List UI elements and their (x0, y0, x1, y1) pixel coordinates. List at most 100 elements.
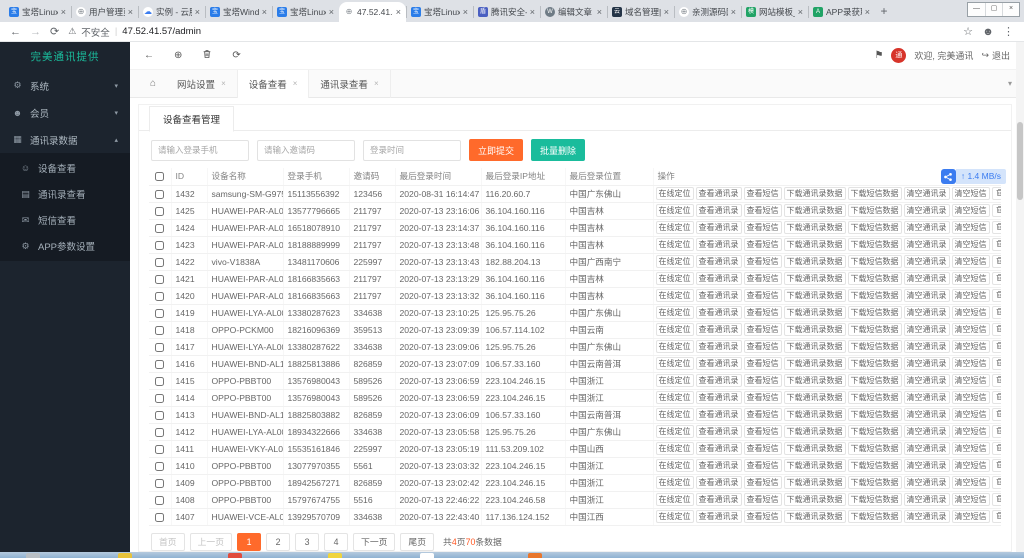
delete-row-button[interactable] (992, 493, 1002, 506)
sidebar-subitem[interactable]: ✉短信查看 (0, 207, 130, 233)
action-button[interactable]: 查看通讯录 (696, 374, 742, 387)
action-button[interactable]: 在线定位 (656, 476, 694, 489)
action-button[interactable]: 下载短信数据 (848, 391, 902, 404)
action-button[interactable]: 清空短信 (952, 442, 990, 455)
action-button[interactable]: 清空短信 (952, 476, 990, 489)
page-button[interactable]: 尾页 (400, 533, 434, 551)
row-checkbox[interactable] (155, 428, 164, 437)
action-button[interactable]: 查看通讯录 (696, 391, 742, 404)
row-checkbox[interactable] (155, 326, 164, 335)
action-button[interactable]: 查看通讯录 (696, 238, 742, 251)
batch-delete-button[interactable]: 批量删除 (531, 139, 585, 161)
action-button[interactable]: 下载短信数据 (848, 289, 902, 302)
action-button[interactable]: 查看短信 (744, 408, 782, 421)
action-button[interactable]: 清空短信 (952, 323, 990, 336)
page-button[interactable]: 1 (237, 533, 261, 551)
action-button[interactable]: 下载短信数据 (848, 340, 902, 353)
tab-close-icon[interactable]: × (329, 7, 334, 17)
action-button[interactable]: 清空通讯录 (904, 272, 950, 285)
taskbar-icon[interactable] (26, 553, 40, 558)
tab-close-icon[interactable]: × (865, 7, 870, 17)
action-button[interactable]: 清空短信 (952, 289, 990, 302)
delete-row-button[interactable] (992, 357, 1002, 370)
tab-close-icon[interactable]: × (396, 7, 401, 17)
delete-row-button[interactable] (992, 340, 1002, 353)
action-button[interactable]: 清空通讯录 (904, 476, 950, 489)
action-button[interactable]: 查看短信 (744, 340, 782, 353)
action-button[interactable]: 下载短信数据 (848, 374, 902, 387)
action-button[interactable]: 清空短信 (952, 187, 990, 200)
row-checkbox[interactable] (155, 394, 164, 403)
workspace-tab[interactable]: 通讯录查看× (309, 70, 390, 98)
logout-button[interactable]: ↪ 退出 (981, 49, 1010, 62)
action-button[interactable]: 查看通讯录 (696, 204, 742, 217)
row-checkbox[interactable] (155, 445, 164, 454)
action-button[interactable]: 清空通讯录 (904, 442, 950, 455)
restore-button[interactable]: ▢ (985, 3, 1002, 16)
taskbar-icon[interactable] (328, 553, 342, 558)
collapse-sidebar-icon[interactable]: ← (144, 50, 154, 61)
row-checkbox[interactable] (155, 258, 164, 267)
clear-cache-trash-icon[interactable] (202, 49, 212, 62)
action-button[interactable]: 下载通讯录数据 (784, 408, 846, 421)
action-button[interactable]: 下载通讯录数据 (784, 306, 846, 319)
delete-row-button[interactable] (992, 425, 1002, 438)
action-button[interactable]: 下载通讯录数据 (784, 476, 846, 489)
tab-close-icon[interactable]: × (664, 7, 669, 17)
row-checkbox[interactable] (155, 309, 164, 318)
page-button[interactable]: 4 (324, 533, 348, 551)
action-button[interactable]: 清空短信 (952, 425, 990, 438)
action-button[interactable]: 清空短信 (952, 272, 990, 285)
action-button[interactable]: 在线定位 (656, 493, 694, 506)
action-button[interactable]: 清空短信 (952, 204, 990, 217)
row-checkbox[interactable] (155, 377, 164, 386)
action-button[interactable]: 在线定位 (656, 425, 694, 438)
row-checkbox[interactable] (155, 292, 164, 301)
action-button[interactable]: 清空通讯录 (904, 306, 950, 319)
action-button[interactable]: 在线定位 (656, 272, 694, 285)
action-button[interactable]: 下载短信数据 (848, 476, 902, 489)
tab-close-icon[interactable]: × (597, 7, 602, 17)
action-button[interactable]: 下载短信数据 (848, 493, 902, 506)
action-button[interactable]: 在线定位 (656, 408, 694, 421)
taskbar-icon[interactable] (118, 553, 132, 558)
action-button[interactable]: 查看短信 (744, 323, 782, 336)
action-button[interactable]: 清空短信 (952, 238, 990, 251)
action-button[interactable]: 下载短信数据 (848, 357, 902, 370)
delete-row-button[interactable] (992, 391, 1002, 404)
delete-row-button[interactable] (992, 289, 1002, 302)
row-checkbox[interactable] (155, 241, 164, 250)
row-checkbox[interactable] (155, 360, 164, 369)
action-button[interactable]: 在线定位 (656, 204, 694, 217)
action-button[interactable]: 下载通讯录数据 (784, 425, 846, 438)
bookmark-star-icon[interactable]: ☆ (963, 25, 973, 38)
action-button[interactable]: 查看短信 (744, 391, 782, 404)
action-button[interactable]: 下载通讯录数据 (784, 442, 846, 455)
page-button[interactable]: 下一页 (353, 533, 395, 551)
action-button[interactable]: 下载通讯录数据 (784, 255, 846, 268)
action-button[interactable]: 查看通讯录 (696, 221, 742, 234)
action-button[interactable]: 查看通讯录 (696, 289, 742, 302)
action-button[interactable]: 下载短信数据 (848, 408, 902, 421)
sidebar-item[interactable]: ⚙系统▾ (0, 72, 130, 99)
action-button[interactable]: 查看短信 (744, 187, 782, 200)
browser-tab[interactable]: 模网站模板_网× (741, 2, 808, 22)
tab-close-icon[interactable]: × (463, 7, 468, 17)
tag-icon[interactable]: ⚑ (874, 50, 883, 61)
action-button[interactable]: 清空通讯录 (904, 238, 950, 251)
tab-close-icon[interactable]: × (293, 79, 298, 88)
delete-row-button[interactable] (992, 204, 1002, 217)
action-button[interactable]: 在线定位 (656, 442, 694, 455)
action-button[interactable]: 下载通讯录数据 (784, 357, 846, 370)
row-checkbox[interactable] (155, 343, 164, 352)
action-button[interactable]: 下载短信数据 (848, 442, 902, 455)
browser-tab[interactable]: 宝宝塔Windo× (205, 2, 272, 22)
action-button[interactable]: 清空通讯录 (904, 374, 950, 387)
action-button[interactable]: 查看通讯录 (696, 306, 742, 319)
browser-tab[interactable]: 宝宝塔Linux面× (272, 2, 339, 22)
sidebar-subitem[interactable]: ☺设备查看 (0, 155, 130, 181)
row-checkbox[interactable] (155, 224, 164, 233)
action-button[interactable]: 下载通讯录数据 (784, 459, 846, 472)
row-checkbox[interactable] (155, 462, 164, 471)
action-button[interactable]: 清空通讯录 (904, 493, 950, 506)
